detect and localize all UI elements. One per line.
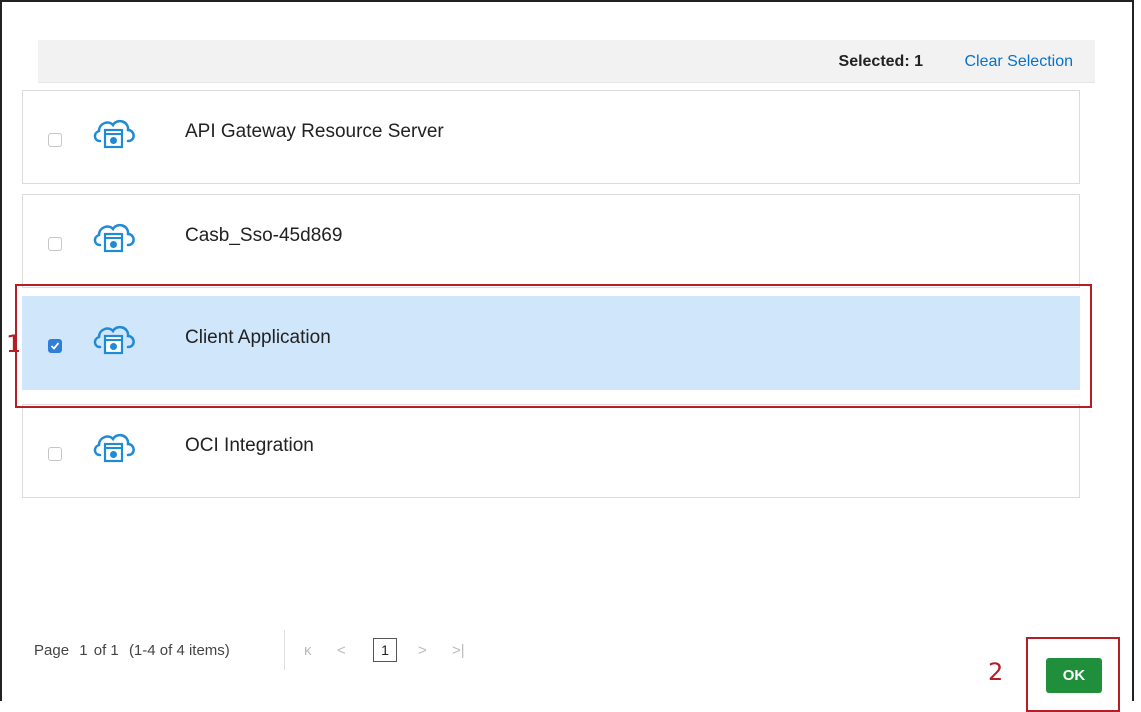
cloud-app-icon — [91, 427, 137, 469]
items-range-text: (1-4 of 4 items) — [128, 642, 230, 659]
page-number: 1 — [79, 642, 88, 659]
pagination: Page 1 of 1 (1-4 of 4 items) ᴋ < 1 > >| — [34, 630, 465, 670]
last-page-icon[interactable]: >| — [452, 642, 465, 659]
pager-divider — [284, 630, 285, 670]
current-page-box[interactable]: 1 — [373, 638, 397, 662]
app-checkbox[interactable] — [48, 237, 62, 251]
app-checkbox[interactable] — [48, 133, 62, 147]
cloud-app-icon — [91, 113, 137, 155]
page-label: Page — [34, 642, 70, 659]
app-row-casb-sso[interactable]: Casb_Sso-45d869 — [22, 194, 1080, 288]
next-page-icon[interactable]: > — [418, 642, 427, 659]
annotation-number-1: 1 — [6, 330, 22, 358]
clear-selection-link[interactable]: Clear Selection — [965, 53, 1074, 71]
annotation-box-1 — [15, 284, 1092, 408]
first-page-icon[interactable]: ᴋ — [304, 642, 312, 659]
annotation-number-2: 2 — [988, 658, 1004, 686]
selected-count: Selected: 1 — [838, 53, 923, 70]
app-row-oci-integration[interactable]: OCI Integration — [22, 404, 1080, 498]
prev-page-icon[interactable]: < — [337, 642, 346, 659]
app-name: OCI Integration — [185, 435, 314, 456]
app-row-api-gateway[interactable]: API Gateway Resource Server — [22, 90, 1080, 184]
app-name: API Gateway Resource Server — [185, 121, 444, 142]
app-checkbox[interactable] — [48, 447, 62, 461]
cloud-app-icon — [91, 217, 137, 259]
page-of-text: of 1 — [93, 642, 119, 659]
app-name: Casb_Sso-45d869 — [185, 225, 343, 246]
selection-bar: Selected: 1 Clear Selection — [38, 40, 1095, 83]
